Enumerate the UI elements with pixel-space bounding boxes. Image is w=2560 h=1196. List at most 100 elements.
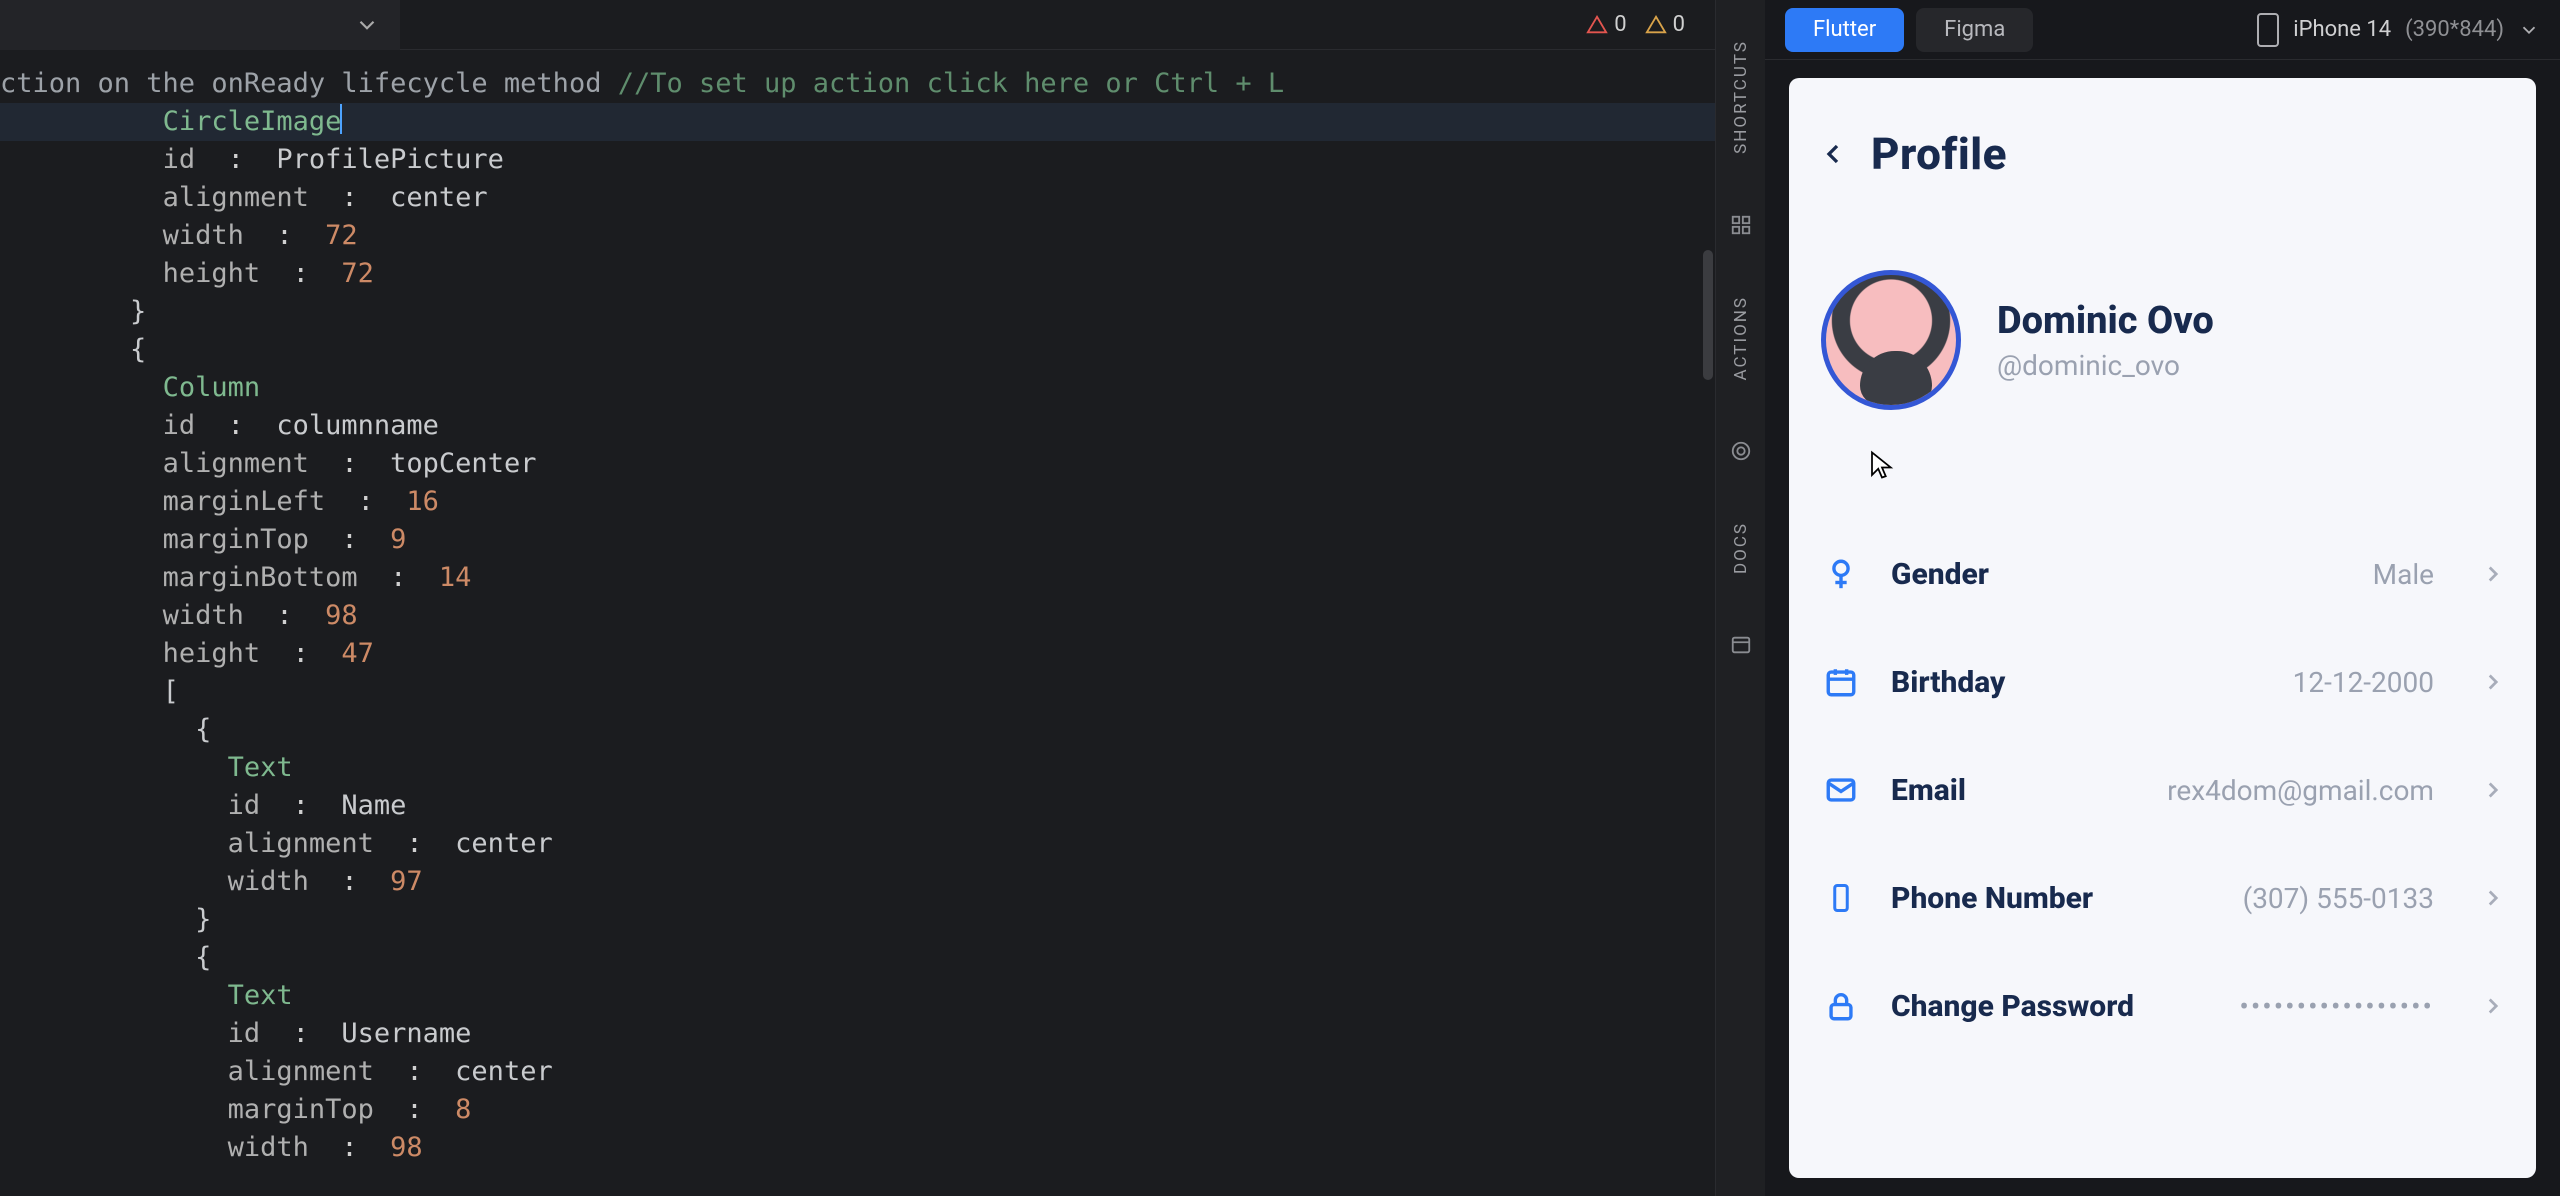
code-val: topCenter: [390, 448, 536, 479]
side-rail: SHORTCUTS ACTIONS DOCS: [1715, 0, 1765, 1196]
code-text: ction on the onReady lifecycle method: [0, 68, 618, 99]
avatar[interactable]: [1821, 270, 1961, 410]
code-num: 72: [325, 220, 358, 251]
calendar-icon: [1824, 665, 1858, 699]
gender-label: Gender: [1891, 557, 1989, 592]
code-val: Name: [341, 790, 406, 821]
chevron-right-icon: [2480, 561, 2506, 587]
code-editor[interactable]: ction on the onReady lifecycle method //…: [0, 50, 1715, 1196]
chevron-down-icon[interactable]: [354, 12, 380, 38]
code-prop: id: [228, 790, 261, 821]
error-triangle-icon: [1586, 14, 1608, 36]
rail-docs[interactable]: DOCS: [1731, 522, 1751, 574]
code-prop: width: [163, 600, 244, 631]
code-prop: alignment: [163, 182, 309, 213]
code-num: 72: [341, 258, 374, 289]
email-label: Email: [1891, 773, 1966, 808]
code-type: Column: [163, 372, 261, 403]
code-val: Username: [341, 1018, 471, 1049]
code-prop: marginTop: [163, 524, 309, 555]
code-num: 14: [439, 562, 472, 593]
tab-flutter[interactable]: Flutter: [1785, 8, 1904, 52]
code-val: center: [390, 182, 488, 213]
text-cursor: [340, 104, 342, 134]
code-val: ProfilePicture: [276, 144, 504, 175]
chevron-right-icon: [2480, 777, 2506, 803]
code-comment: //To set up action click here or Ctrl + …: [618, 68, 1284, 99]
profile-header: Profile: [1817, 128, 2508, 180]
row-birthday[interactable]: Birthday 12-12-2000: [1817, 628, 2508, 736]
code-prop: width: [228, 1132, 309, 1163]
code-prop: width: [228, 866, 309, 897]
gender-value: Male: [2373, 558, 2434, 591]
preview-pane: Flutter Figma iPhone 14 (390*844) Profil…: [1765, 0, 2560, 1196]
device-name: iPhone 14: [2293, 17, 2391, 42]
password-label: Change Password: [1891, 989, 2134, 1024]
gender-icon: [1824, 557, 1858, 591]
code-prop: marginLeft: [163, 486, 326, 517]
code-num: 16: [406, 486, 439, 517]
user-handle: @dominic_ovo: [1997, 349, 2214, 382]
code-brace: }: [130, 296, 146, 327]
error-count[interactable]: 0: [1586, 12, 1626, 37]
target-icon[interactable]: [1730, 440, 1752, 462]
birthday-value: 12-12-2000: [2293, 666, 2434, 699]
user-name: Dominic Ovo: [1997, 299, 2214, 343]
chevron-right-icon: [2480, 669, 2506, 695]
diagnostics: 0 0: [1586, 12, 1715, 37]
code-prop: alignment: [163, 448, 309, 479]
editor-pane: 0 0 ction on the onReady lifecycle metho…: [0, 0, 1715, 1196]
code-brace: }: [195, 904, 211, 935]
rail-actions[interactable]: ACTIONS: [1731, 296, 1751, 381]
device-resolution: (390*844): [2405, 17, 2504, 42]
page-title: Profile: [1871, 128, 2007, 180]
preview-header: Flutter Figma iPhone 14 (390*844): [1765, 0, 2560, 60]
chevron-right-icon: [2480, 885, 2506, 911]
tab-figma-label: Figma: [1944, 17, 2005, 42]
code-type: Text: [228, 980, 293, 1011]
chevron-down-icon: [2518, 19, 2540, 41]
warning-count[interactable]: 0: [1645, 12, 1685, 37]
chevron-right-icon: [2480, 993, 2506, 1019]
warning-count-value: 0: [1673, 12, 1685, 37]
code-prop: alignment: [228, 828, 374, 859]
scrollbar-thumb[interactable]: [1703, 250, 1713, 380]
code-num: 98: [325, 600, 358, 631]
rail-shortcuts[interactable]: SHORTCUTS: [1731, 40, 1751, 154]
code-prop: id: [228, 1018, 261, 1049]
code-type: Text: [228, 752, 293, 783]
lock-icon: [1824, 989, 1858, 1023]
code-val: columnname: [276, 410, 439, 441]
tab-figma[interactable]: Figma: [1916, 8, 2033, 52]
mail-icon: [1824, 773, 1858, 807]
birthday-label: Birthday: [1891, 665, 2005, 700]
code-prop: height: [163, 638, 261, 669]
row-gender[interactable]: Gender Male: [1817, 520, 2508, 628]
docs-icon[interactable]: [1730, 634, 1752, 656]
warning-triangle-icon: [1645, 14, 1667, 36]
phone-screen: Profile Dominic Ovo @dominic_ovo Gender …: [1789, 78, 2536, 1178]
code-brace: {: [195, 714, 211, 745]
code-num: 8: [455, 1094, 471, 1125]
profile-user-block: Dominic Ovo @dominic_ovo: [1817, 270, 2508, 410]
row-phone[interactable]: Phone Number (307) 555-0133: [1817, 844, 2508, 952]
editor-toolbar: 0 0: [0, 0, 1715, 50]
code-num: 97: [390, 866, 423, 897]
code-type: CircleImage: [163, 106, 342, 137]
code-num: 9: [390, 524, 406, 555]
mouse-cursor-icon: [1869, 450, 1895, 480]
phone-label: Phone Number: [1891, 881, 2093, 916]
tab-bar[interactable]: [0, 0, 400, 50]
row-password[interactable]: Change Password •••••••••••••••••: [1817, 952, 2508, 1060]
code-prop: alignment: [228, 1056, 374, 1087]
device-selector[interactable]: iPhone 14 (390*844): [2257, 13, 2540, 47]
row-email[interactable]: Email rex4dom@gmail.com: [1817, 736, 2508, 844]
code-prop: id: [163, 144, 196, 175]
code-prop: marginBottom: [163, 562, 358, 593]
grid-icon[interactable]: [1730, 214, 1752, 236]
phone-value: (307) 555-0133: [2243, 882, 2434, 915]
phone-stage: Profile Dominic Ovo @dominic_ovo Gender …: [1765, 60, 2560, 1196]
code-brace: {: [195, 942, 211, 973]
back-icon[interactable]: [1817, 138, 1849, 170]
phone-icon: [1826, 879, 1856, 917]
